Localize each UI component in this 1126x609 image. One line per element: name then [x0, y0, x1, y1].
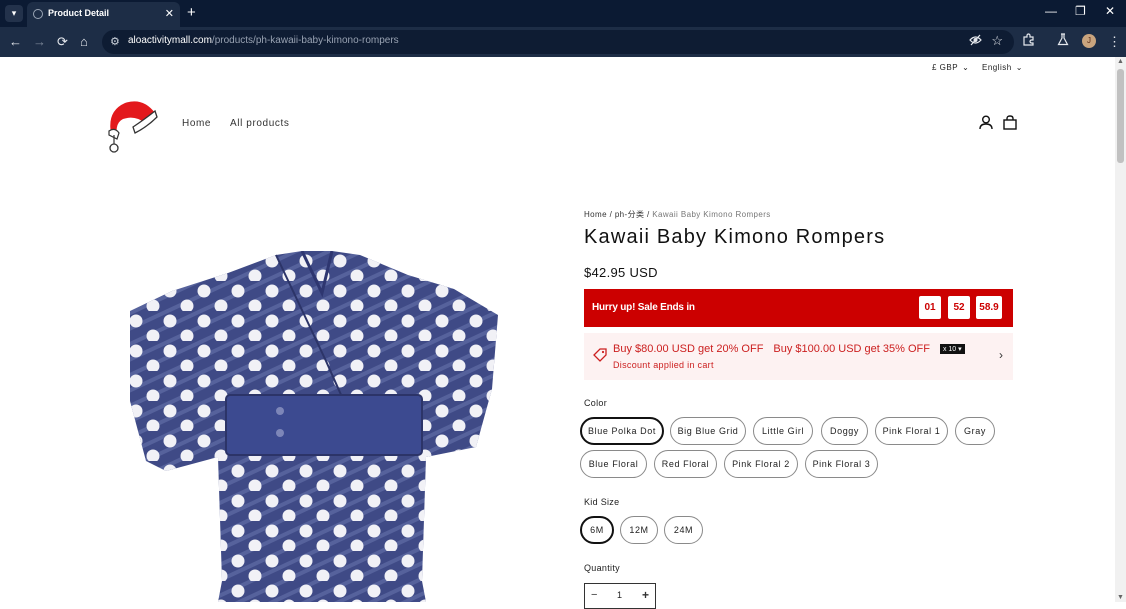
- breadcrumb-category[interactable]: ph-分类: [615, 210, 645, 219]
- color-swatch-pink-floral-1[interactable]: Pink Floral 1: [875, 417, 948, 445]
- cart-bag-icon[interactable]: [1003, 115, 1017, 135]
- nav-all-products[interactable]: All products: [230, 118, 289, 129]
- product-title: Kawaii Baby Kimono Rompers: [584, 226, 886, 248]
- address-bar[interactable]: ⚙ aloactivitymall.com/products/ph-kawaii…: [102, 30, 1014, 54]
- nav-home[interactable]: Home: [182, 118, 211, 129]
- santa-hat-logo[interactable]: [105, 97, 159, 153]
- currency-label: £ GBP: [932, 63, 959, 72]
- tab-title: Product Detail: [48, 8, 110, 18]
- discount-note: Discount applied in cart: [613, 360, 714, 370]
- color-swatch-red-floral[interactable]: Red Floral: [654, 450, 717, 478]
- size-option-12m[interactable]: 12M: [620, 516, 658, 544]
- countdown-hours: 01: [919, 296, 941, 319]
- forward-icon[interactable]: →: [33, 34, 46, 49]
- discount-multiplier[interactable]: x 10 ▾: [939, 344, 965, 354]
- color-swatch-gray[interactable]: Gray: [955, 417, 995, 445]
- home-icon[interactable]: ⌂: [80, 34, 88, 49]
- browser-menu-icon[interactable]: ⋮: [1108, 34, 1121, 50]
- color-label: Color: [584, 398, 608, 408]
- scroll-down-icon[interactable]: ▼: [1117, 594, 1124, 601]
- color-swatch-blue-polka-dot[interactable]: Blue Polka Dot: [580, 417, 664, 445]
- bookmark-star-icon[interactable]: ☆: [991, 33, 1003, 49]
- language-selector[interactable]: English ⌄: [982, 63, 1023, 72]
- quantity-decrease-button[interactable]: −: [591, 589, 597, 601]
- extensions-icon[interactable]: [1022, 33, 1035, 49]
- discount-offer-1: Buy $80.00 USD get 20% OFF: [613, 343, 764, 355]
- color-swatch-big-blue-grid[interactable]: Big Blue Grid: [670, 417, 746, 445]
- color-swatch-little-girl[interactable]: Little Girl: [753, 417, 813, 445]
- color-swatch-pink-floral-2[interactable]: Pink Floral 2: [724, 450, 798, 478]
- url-path: /products/ph-kawaii-baby-kimono-rompers: [211, 35, 399, 46]
- url-text[interactable]: aloactivitymall.com/products/ph-kawaii-b…: [128, 35, 399, 46]
- color-swatch-pink-floral-3[interactable]: Pink Floral 3: [805, 450, 878, 478]
- quantity-stepper: − 1 +: [584, 583, 656, 609]
- new-tab-button[interactable]: +: [187, 4, 196, 21]
- chevron-down-icon: ⌄: [1015, 63, 1023, 72]
- sale-text: Hurry up! Sale Ends in: [592, 302, 695, 313]
- site-info-icon[interactable]: ⚙: [110, 35, 120, 48]
- sale-countdown-banner: Hurry up! Sale Ends in 01 52 58.9: [584, 289, 1013, 327]
- breadcrumb: Home / ph-分类 / Kawaii Baby Kimono Romper…: [584, 209, 771, 220]
- breadcrumb-home[interactable]: Home: [584, 210, 607, 219]
- countdown-seconds: 58.9: [976, 296, 1002, 319]
- tab-search-button[interactable]: ▾: [5, 5, 23, 22]
- color-swatch-blue-floral[interactable]: Blue Floral: [580, 450, 647, 478]
- product-image[interactable]: [126, 250, 502, 602]
- price-tag-icon: [593, 348, 607, 367]
- chevron-right-icon[interactable]: ›: [999, 348, 1003, 362]
- account-icon[interactable]: [979, 115, 993, 135]
- breadcrumb-current: Kawaii Baby Kimono Rompers: [652, 210, 771, 219]
- discount-offer-2: Buy $100.00 USD get 35% OFF: [773, 343, 930, 355]
- size-option-6m[interactable]: 6M: [580, 516, 614, 544]
- currency-selector[interactable]: £ GBP ⌄: [932, 63, 969, 72]
- language-label: English: [982, 63, 1012, 72]
- quantity-input[interactable]: 1: [617, 590, 622, 600]
- back-icon[interactable]: ←: [9, 34, 22, 49]
- eye-slash-icon[interactable]: [969, 34, 982, 49]
- volume-discount-banner[interactable]: Buy $80.00 USD get 20% OFF Buy $100.00 US…: [584, 333, 1013, 380]
- web-page: £ GBP ⌄ English ⌄ Home All products Home…: [0, 57, 1115, 609]
- quantity-label: Quantity: [584, 563, 620, 573]
- url-host: aloactivitymall.com: [128, 35, 212, 46]
- page-scrollbar[interactable]: ▲ ▼: [1115, 57, 1126, 602]
- scroll-up-icon[interactable]: ▲: [1117, 58, 1124, 65]
- countdown-minutes: 52: [948, 296, 970, 319]
- reload-icon[interactable]: ⟳: [57, 34, 68, 50]
- browser-tab-active[interactable]: Product Detail ✕: [27, 2, 180, 27]
- breadcrumb-separator: /: [606, 210, 615, 219]
- profile-avatar[interactable]: J: [1082, 34, 1096, 48]
- chevron-down-icon: ⌄: [962, 63, 970, 72]
- globe-icon: [33, 9, 43, 19]
- size-label: Kid Size: [584, 497, 620, 507]
- tab-close-icon[interactable]: ✕: [165, 7, 174, 20]
- quantity-increase-button[interactable]: +: [642, 588, 649, 602]
- scrollbar-thumb[interactable]: [1117, 69, 1124, 163]
- size-option-24m[interactable]: 24M: [664, 516, 703, 544]
- restore-button[interactable]: ❐: [1075, 4, 1086, 18]
- window-close-button[interactable]: ✕: [1105, 4, 1115, 18]
- browser-tab-bar: ▾ Product Detail ✕ + — ❐ ✕: [0, 0, 1126, 27]
- lab-flask-icon[interactable]: [1057, 33, 1069, 49]
- discount-offers: Buy $80.00 USD get 20% OFF Buy $100.00 US…: [613, 343, 975, 355]
- browser-toolbar: ← → ⟳ ⌂ ⚙ aloactivitymall.com/products/p…: [0, 27, 1126, 57]
- minimize-button[interactable]: —: [1045, 4, 1057, 18]
- color-swatch-doggy[interactable]: Doggy: [821, 417, 868, 445]
- product-price: $42.95 USD: [584, 265, 658, 280]
